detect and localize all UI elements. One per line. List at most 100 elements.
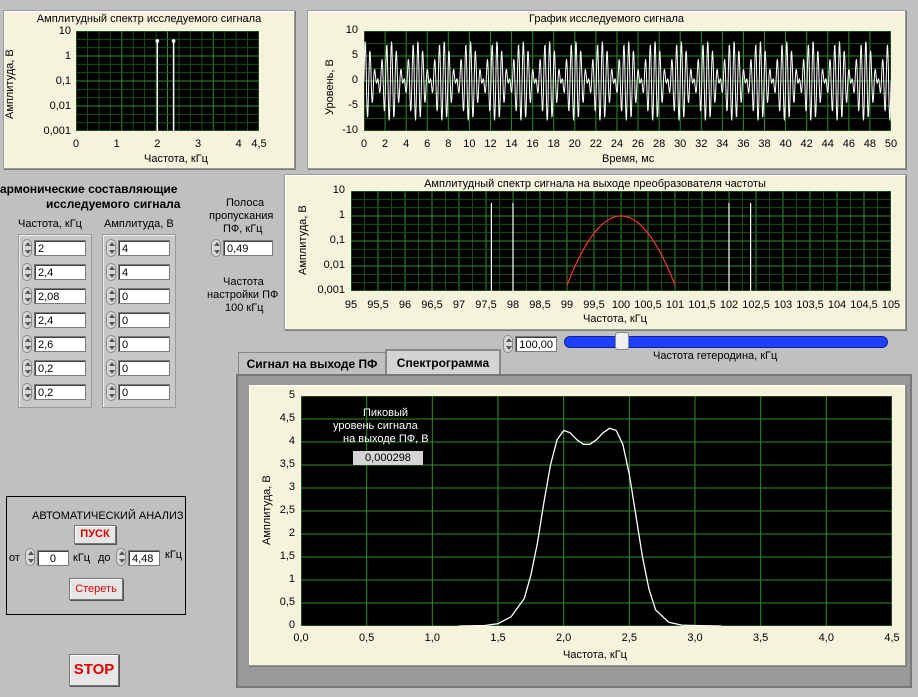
input-spectrum-plot[interactable] bbox=[76, 31, 259, 131]
amp-field[interactable]: 0 bbox=[118, 312, 170, 328]
amp-spinner[interactable] bbox=[106, 239, 116, 257]
auto-analysis-title: АВТОМАТИЧЕСКИЙ АНАЛИЗ bbox=[32, 510, 184, 522]
heterodyne-field[interactable]: 100,00 bbox=[515, 336, 557, 352]
to-field[interactable]: 4,48 bbox=[128, 550, 160, 566]
freq-spinner[interactable] bbox=[22, 239, 32, 257]
converter-x-tick-label: 103,5 bbox=[796, 299, 824, 311]
signal-y-tick-label: -5 bbox=[348, 99, 358, 111]
stop-button[interactable]: STOP bbox=[69, 654, 119, 686]
converter-spectrum-plot[interactable] bbox=[351, 191, 891, 291]
spectrum-x-tick-label: 3 bbox=[194, 138, 202, 150]
spectrogram-panel: Пиковый уровень сигнала на выходе ПФ, В … bbox=[248, 384, 906, 666]
amp-field[interactable]: 0 bbox=[118, 336, 170, 352]
freq-spinner[interactable] bbox=[22, 383, 32, 401]
spectrogram-x-tick-label: 1,5 bbox=[490, 632, 506, 644]
signal-graph-plot[interactable] bbox=[364, 31, 891, 131]
spectrum-y-tick-label: 1 bbox=[64, 50, 71, 62]
spectrogram-x-tick-label: 2,5 bbox=[621, 632, 637, 644]
converter-spectrum-xlabel: Частота, кГц bbox=[583, 313, 647, 325]
signal-x-tick-label: 8 bbox=[445, 138, 452, 150]
spectrogram-y-tick-label: 5 bbox=[288, 389, 295, 401]
signal-x-tick-label: 34 bbox=[716, 138, 729, 150]
tab-spectrogram[interactable]: Спектрограмма bbox=[385, 349, 501, 377]
converter-x-tick-label: 98,5 bbox=[529, 299, 551, 311]
converter-x-tick-label: 96,5 bbox=[421, 299, 443, 311]
freq-field[interactable]: 0,2 bbox=[34, 384, 86, 400]
signal-x-tick-label: 44 bbox=[821, 138, 834, 150]
amp-field[interactable]: 0 bbox=[118, 360, 170, 376]
signal-x-tick-label: 24 bbox=[610, 138, 624, 150]
spectrogram-x-tick-label: 0,5 bbox=[359, 632, 375, 644]
freq-field[interactable]: 2 bbox=[34, 240, 86, 256]
spectrogram-x-tick-label: 0,0 bbox=[293, 632, 309, 644]
bandpass-label-1: Полоса bbox=[226, 197, 265, 209]
heterodyne-slider-track[interactable] bbox=[564, 336, 888, 348]
bandpass-spinner[interactable] bbox=[211, 239, 221, 257]
converter-x-tick-label: 100,5 bbox=[634, 299, 662, 311]
spectrum-point bbox=[171, 39, 176, 43]
freq-field[interactable]: 2,4 bbox=[34, 312, 86, 328]
converter-x-tick-label: 99 bbox=[560, 299, 574, 311]
from-field[interactable]: 0 bbox=[37, 550, 69, 566]
amp-spinner[interactable] bbox=[106, 287, 116, 305]
freq-spinner[interactable] bbox=[22, 263, 32, 281]
amp-spinner[interactable] bbox=[106, 359, 116, 377]
amp-spinner[interactable] bbox=[106, 383, 116, 401]
freq-field[interactable]: 0,2 bbox=[34, 360, 86, 376]
freq-field[interactable]: 2,6 bbox=[34, 336, 86, 352]
spectrogram-y-tick-label: 4,5 bbox=[279, 412, 295, 424]
amp-spinner[interactable] bbox=[106, 263, 116, 281]
freq-spinner[interactable] bbox=[22, 311, 32, 329]
signal-y-tick-label: -10 bbox=[342, 124, 358, 136]
spectrogram-y-tick-label: 3 bbox=[288, 481, 295, 493]
freq-spinner[interactable] bbox=[22, 359, 32, 377]
signal-trace bbox=[364, 41, 891, 121]
signal-x-tick-label: 30 bbox=[674, 138, 687, 150]
amp-spinner[interactable] bbox=[106, 311, 116, 329]
spectrogram-y-tick-label: 1,5 bbox=[279, 550, 295, 562]
bandpass-field[interactable]: 0,49 bbox=[223, 240, 273, 256]
harmonics-heading-1: армонические составляющие bbox=[0, 182, 178, 196]
bandpass-label-2: пропускания bbox=[209, 210, 274, 222]
spectrogram-y-tick-label: 2,5 bbox=[279, 504, 295, 516]
amp-field[interactable]: 4 bbox=[118, 264, 170, 280]
harmonics-heading-2: исследуемого сигнала bbox=[46, 197, 181, 211]
amp-field[interactable]: 0 bbox=[118, 288, 170, 304]
signal-x-tick-label: 26 bbox=[631, 138, 645, 150]
freq-field[interactable]: 2,4 bbox=[34, 264, 86, 280]
converter-y-tick-label: 0,1 bbox=[329, 234, 345, 246]
freq-spinner[interactable] bbox=[22, 287, 32, 305]
signal-x-tick-label: 40 bbox=[779, 138, 792, 150]
freq-spinner[interactable] bbox=[22, 335, 32, 353]
start-button[interactable]: ПУСК bbox=[74, 525, 116, 544]
spectrogram-x-tick-label: 4,0 bbox=[818, 632, 834, 644]
signal-x-tick-label: 12 bbox=[484, 138, 497, 150]
clear-button[interactable]: Стереть bbox=[69, 578, 123, 600]
heterodyne-slider-knob[interactable] bbox=[615, 332, 630, 350]
converter-x-tick-label: 104 bbox=[827, 299, 847, 311]
spectrogram-y-tick-label: 0 bbox=[288, 619, 295, 631]
spectrum-x-tick-label: 0 bbox=[72, 138, 80, 150]
converter-x-tick-label: 102 bbox=[719, 299, 739, 311]
spectrum-x-tick-label: 4,5 bbox=[251, 138, 267, 150]
freq-field[interactable]: 2,08 bbox=[34, 288, 86, 304]
input-spectrum-xlabel: Частота, кГц bbox=[144, 153, 208, 165]
from-spinner[interactable] bbox=[25, 548, 35, 566]
spectrogram-plot[interactable]: Пиковый уровень сигнала на выходе ПФ, В … bbox=[301, 396, 892, 626]
amp-spinner[interactable] bbox=[106, 335, 116, 353]
signal-x-tick-label: 38 bbox=[758, 138, 771, 150]
amp-field[interactable]: 0 bbox=[118, 384, 170, 400]
converter-x-tick-label: 102,5 bbox=[742, 299, 770, 311]
heterodyne-spinner[interactable] bbox=[503, 335, 513, 353]
amp-field[interactable]: 4 bbox=[118, 240, 170, 256]
to-spinner[interactable] bbox=[116, 548, 126, 566]
tab-signal-output[interactable]: Сигнал на выходе ПФ bbox=[238, 352, 386, 375]
signal-graph-title: График исследуемого сигнала bbox=[529, 13, 684, 25]
input-spectrum-panel: Амплитудный спектр исследуемого сигнала … bbox=[3, 10, 295, 169]
signal-y-tick-label: 10 bbox=[345, 24, 358, 36]
converter-x-tick-label: 99,5 bbox=[583, 299, 605, 311]
signal-graph-panel: График исследуемого сигнала Уровень, В 1… bbox=[307, 10, 906, 169]
signal-x-tick-label: 16 bbox=[526, 138, 539, 150]
bandpass-label-3: ПФ, кГц bbox=[223, 223, 263, 235]
spectrogram-y-tick-label: 4 bbox=[288, 435, 295, 447]
